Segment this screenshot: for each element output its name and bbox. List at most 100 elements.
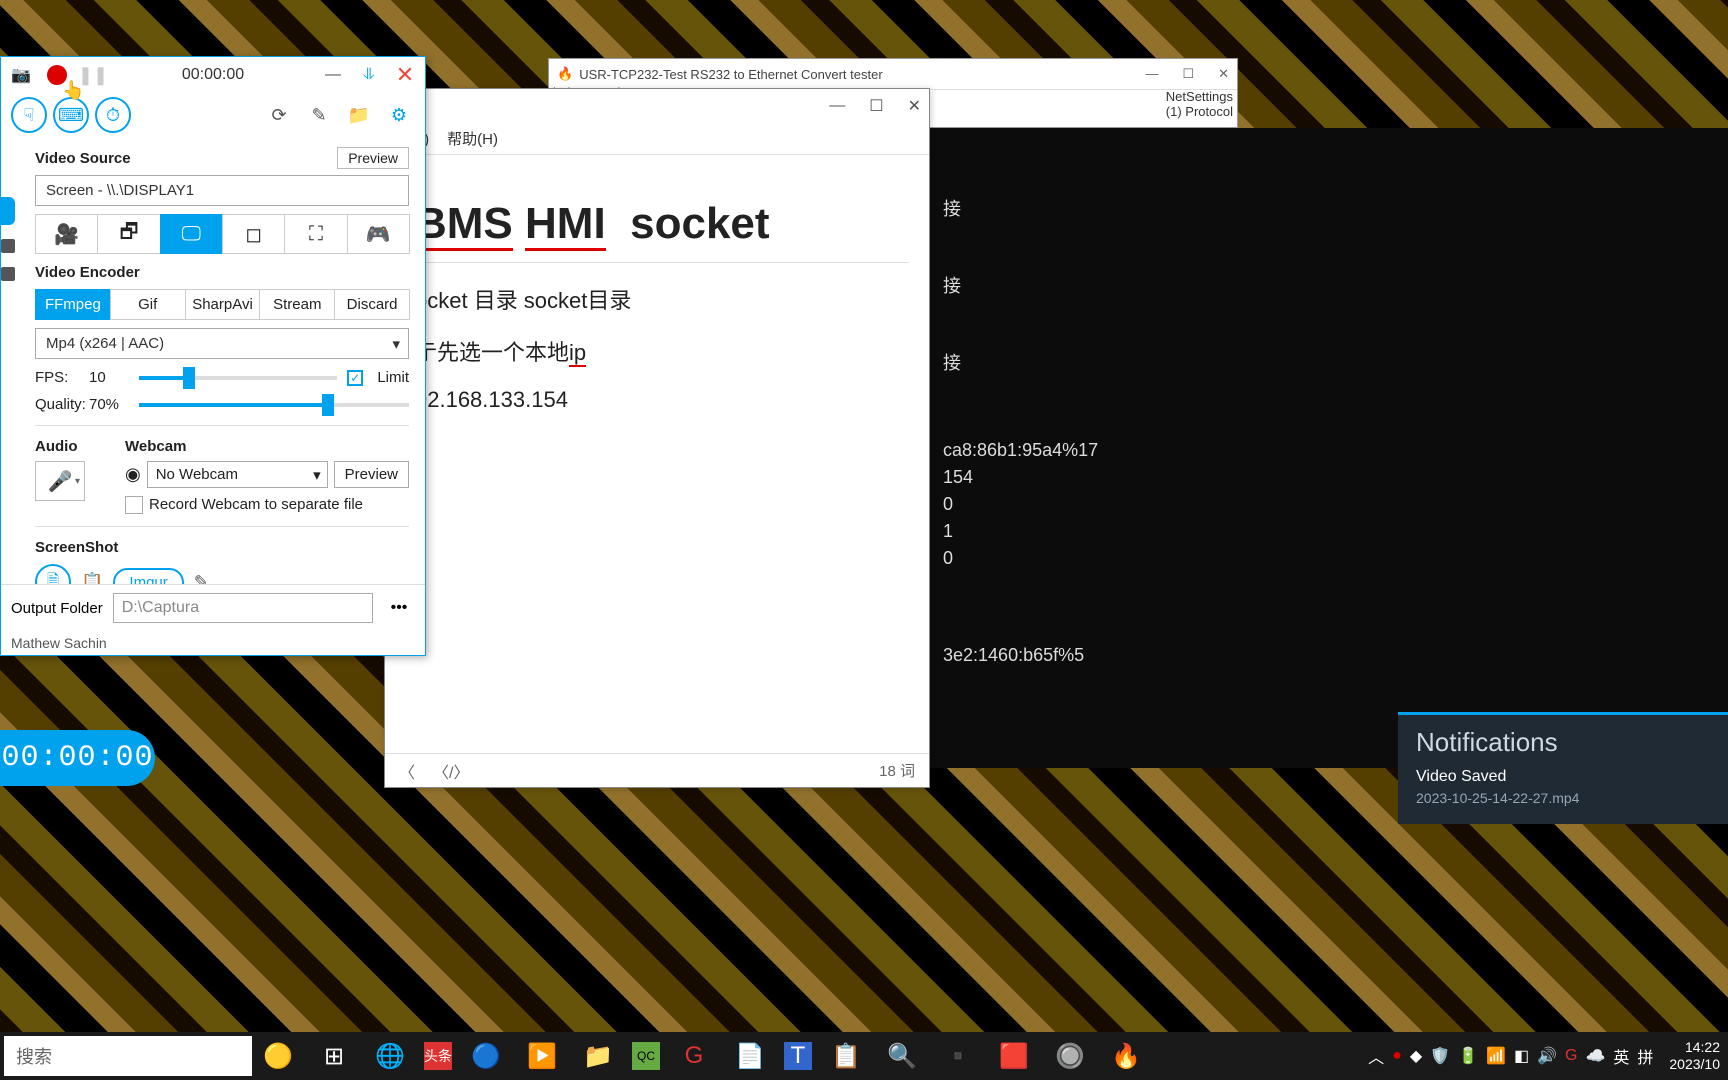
quality-label: Quality: <box>35 396 79 413</box>
doc-body[interactable]: BMS HMI socket ocket 目录 socket目录 亍先选一个本地… <box>385 155 929 433</box>
taskbar-app[interactable]: 📄 <box>728 1034 772 1078</box>
cmd-window[interactable]: 接 接 接 ca8:86b1:95a4%17 154 0 1 0 3e2:146… <box>929 128 1728 768</box>
tray-record-icon[interactable]: ● <box>1392 1047 1402 1065</box>
doc-statusbar: 〈 〈/〉 18 词 <box>385 753 929 787</box>
minimize-button[interactable]: — <box>319 61 347 89</box>
captura-titlebar[interactable]: 📷 ❚❚ 00:00:00 — ⥥ ✕ <box>1 57 425 93</box>
keyboard-icon[interactable]: ⌨ <box>53 97 89 133</box>
floating-timer[interactable]: 00:00:00 <box>0 730 155 786</box>
webcam-select[interactable]: No Webcam▾ <box>147 461 328 488</box>
captura-taskbar-icon[interactable]: 🔘 <box>1048 1034 1092 1078</box>
taskbar-app[interactable]: 头条 <box>424 1042 452 1070</box>
tray-app-icon[interactable]: ◧ <box>1514 1046 1529 1066</box>
rail-tab-main[interactable] <box>1 197 15 225</box>
timer-display: 00:00:00 <box>115 66 311 84</box>
limit-checkbox[interactable]: ✓ <box>347 370 363 386</box>
tray-app-icon[interactable]: G <box>1565 1047 1577 1065</box>
tray-chevron-icon[interactable]: ︿ <box>1368 1044 1384 1068</box>
taskbar-app[interactable]: 📋 <box>824 1034 868 1078</box>
screenshot-save-button[interactable]: 🗎 <box>35 564 71 584</box>
tray-wifi-icon[interactable]: 📶 <box>1486 1046 1506 1066</box>
clipboard-icon[interactable]: 📋 <box>81 572 103 584</box>
imgur-button[interactable]: Imgur <box>113 568 183 584</box>
fps-slider[interactable] <box>139 376 337 380</box>
clock[interactable]: 14:22 2023/10 <box>1669 1039 1720 1073</box>
captura-left-rail[interactable] <box>1 137 15 281</box>
notification-file: 2023-10-25-14-22-27.mp4 <box>1416 790 1710 806</box>
gear-icon[interactable]: ⚙ <box>383 99 415 131</box>
encoder-discard[interactable]: Discard <box>334 289 410 320</box>
rail-tab[interactable] <box>1 267 15 281</box>
video-source-select[interactable]: Screen - \\.\DISPLAY1 <box>35 175 409 206</box>
explorer-icon[interactable]: 📁 <box>576 1034 620 1078</box>
code-view-button[interactable]: 〈/〉 <box>433 759 469 783</box>
doc-line: 亍先选一个本地ip <box>415 335 909 367</box>
source-camera[interactable]: 🎥 <box>35 214 98 254</box>
edge-icon[interactable]: 🌐 <box>368 1034 412 1078</box>
taskbar-app[interactable]: QC <box>632 1042 660 1070</box>
source-windows[interactable]: 🗗 <box>97 214 160 254</box>
encoder-gif[interactable]: Gif <box>110 289 186 320</box>
quality-slider[interactable] <box>139 403 409 407</box>
taskbar-app[interactable]: ▶️ <box>520 1034 564 1078</box>
format-select[interactable]: Mp4 (x264 | AAC)▾ <box>35 328 409 359</box>
back-button[interactable]: 〈 <box>399 759 415 783</box>
minimize-button[interactable]: — <box>829 97 845 115</box>
rail-tab[interactable] <box>1 239 15 253</box>
mic-button[interactable]: 🎤 <box>35 461 85 501</box>
pointer-icon[interactable]: ☟ <box>11 97 47 133</box>
source-screen[interactable]: 🖵 <box>160 214 223 254</box>
expand-button[interactable]: ⥥ <box>355 61 383 89</box>
maximize-button[interactable]: ☐ <box>1182 66 1194 82</box>
ime-lang[interactable]: 英 <box>1613 1044 1629 1068</box>
tray-app-icon[interactable]: ◆ <box>1410 1046 1422 1066</box>
close-button[interactable]: ✕ <box>391 61 419 89</box>
webcam-icon: ◉ <box>125 464 141 485</box>
close-button[interactable]: ✕ <box>1218 66 1229 82</box>
pause-button[interactable]: ❚❚ <box>79 61 107 89</box>
taskbar[interactable]: 搜索 🟡 ⊞ 🌐 头条 🔵 ▶️ 📁 QC G 📄 T 📋 🔍 ▪️ 🟥 🔘 🔥… <box>0 1032 1728 1080</box>
fps-label: FPS: <box>35 369 79 386</box>
stopwatch-icon[interactable]: ⏱ <box>95 97 131 133</box>
minimize-button[interactable]: — <box>1145 66 1158 82</box>
encoder-ffmpeg[interactable]: FFmpeg <box>35 289 111 320</box>
taskbar-app[interactable]: 🟥 <box>992 1034 1036 1078</box>
source-region[interactable]: ◻ <box>222 214 285 254</box>
pencil-icon[interactable]: ✎ <box>194 572 209 584</box>
source-game[interactable]: 🎮 <box>347 214 410 254</box>
output-folder-input[interactable]: D:\Captura <box>113 593 373 623</box>
cmd-icon[interactable]: ▪️ <box>936 1034 980 1078</box>
tray-volume-icon[interactable]: 🔊 <box>1537 1046 1557 1066</box>
doc-menubar[interactable]: 题(T) 帮助(H) <box>385 123 929 155</box>
record-webcam-separate-checkbox[interactable] <box>125 496 143 514</box>
ime-mode[interactable]: 拼 <box>1637 1044 1653 1068</box>
maximize-button[interactable]: ☐ <box>869 96 883 116</box>
doc-titlebar[interactable]: — ☐ ✕ <box>385 89 929 123</box>
taskbar-app[interactable]: T <box>784 1042 812 1070</box>
close-button[interactable]: ✕ <box>908 96 921 116</box>
search-input[interactable]: 搜索 <box>4 1036 252 1076</box>
camera-icon[interactable]: 📷 <box>7 61 35 89</box>
source-fullscreen[interactable]: ⛶ <box>284 214 347 254</box>
taskbar-app[interactable]: 🟡 <box>256 1034 300 1078</box>
taskview-button[interactable]: ⊞ <box>312 1034 356 1078</box>
tray-app-icon[interactable]: ☁️ <box>1585 1046 1605 1066</box>
pencil-icon[interactable]: ✎ <box>303 99 335 131</box>
encoder-stream[interactable]: Stream <box>259 289 335 320</box>
webcam-preview-button[interactable]: Preview <box>334 461 409 488</box>
chrome-icon[interactable]: 🔵 <box>464 1034 508 1078</box>
folder-icon[interactable]: 📁 <box>343 99 375 131</box>
menu-help[interactable]: 帮助(H) <box>447 128 498 149</box>
record-button[interactable] <box>43 61 71 89</box>
tray-app-icon[interactable]: 🛡️ <box>1430 1046 1450 1066</box>
encoder-sharpavi[interactable]: SharpAvi <box>185 289 261 320</box>
search-icon[interactable]: 🔍 <box>880 1034 924 1078</box>
preview-button[interactable]: Preview <box>337 147 409 169</box>
more-button[interactable]: ••• <box>383 594 415 622</box>
taskbar-app[interactable]: 🔥 <box>1104 1034 1148 1078</box>
notification-panel[interactable]: Notifications Video Saved 2023-10-25-14-… <box>1398 712 1728 824</box>
refresh-icon[interactable]: ⟳ <box>263 99 295 131</box>
taskbar-app[interactable]: G <box>672 1034 716 1078</box>
tray-battery-icon[interactable]: 🔋 <box>1458 1046 1478 1066</box>
notification-title: Notifications <box>1416 727 1710 758</box>
